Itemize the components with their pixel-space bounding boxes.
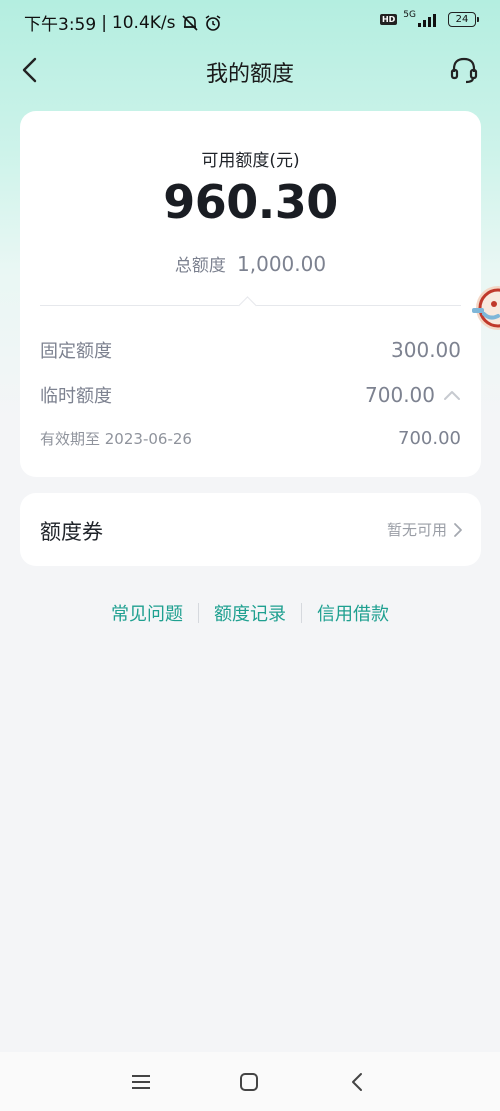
temp-quota-label: 临时额度 (40, 386, 112, 407)
voucher-title: 额度券 (40, 520, 103, 544)
page-title: 我的额度 (205, 62, 294, 87)
battery-level: 24 (455, 14, 469, 25)
fixed-quota-label: 固定额度 (40, 341, 112, 362)
chevron-up-icon (444, 391, 460, 400)
link-quota-record[interactable]: 额度记录 (199, 600, 301, 626)
temp-quota-row[interactable]: 临时额度 700.00 (40, 382, 461, 408)
back-system-button[interactable] (342, 1068, 372, 1096)
bell-muted-icon (181, 14, 198, 31)
expiry-label: 有效期至 2023-06-26 (40, 429, 192, 448)
system-nav-bar (0, 1052, 500, 1111)
available-quota-value: 960.30 (163, 175, 338, 229)
hd-badge: HD (379, 14, 398, 25)
quota-card: 可用额度(元) 960.30 总额度 1,000.00 固定额度 300.00 … (20, 111, 481, 477)
fixed-quota-row: 固定额度 300.00 (40, 337, 461, 363)
home-square-icon (240, 1073, 258, 1091)
menu-button[interactable] (126, 1068, 156, 1096)
temp-quota-value-wrap: 700.00 (365, 383, 461, 407)
chevron-right-wrap (453, 522, 463, 538)
total-quota-value: 1,000.00 (237, 252, 327, 276)
status-time: 下午3:59 (24, 15, 97, 35)
status-separator: | (101, 12, 107, 33)
voucher-card[interactable]: 额度券 暂无可用 (20, 493, 481, 566)
footer-links: 常见问题 额度记录 信用借款 (0, 600, 500, 626)
alarm-icon (205, 14, 220, 31)
link-faq[interactable]: 常见问题 (96, 600, 198, 626)
temp-quota-value: 700.00 (365, 383, 435, 407)
mascot-icon (472, 286, 500, 330)
voucher-status: 暂无可用 (386, 521, 447, 539)
home-button[interactable] (234, 1068, 264, 1096)
nav-bar: 我的额度 (0, 48, 500, 92)
fixed-quota-value: 300.00 (391, 338, 461, 362)
status-left: 下午3:59 | 10.4K/s (24, 10, 222, 35)
expiry-row: 有效期至 2023-06-26 700.00 (40, 427, 461, 449)
menu-icon (132, 1075, 150, 1089)
collapse-toggle[interactable] (443, 389, 461, 401)
headset-icon (450, 57, 478, 84)
status-net-speed: 10.4K/s (111, 12, 176, 33)
network-type: 5G (403, 9, 416, 20)
link-credit-loan[interactable]: 信用借款 (302, 600, 404, 626)
chevron-right-icon (454, 522, 462, 537)
available-quota-label: 可用额度(元) (201, 151, 300, 171)
floating-mascot-widget[interactable] (470, 278, 500, 338)
customer-service-button[interactable] (446, 52, 482, 88)
signal-icon (418, 13, 436, 27)
voucher-status-wrap: 暂无可用 (387, 519, 463, 540)
battery-icon: 24 (448, 12, 479, 27)
total-quota-label: 总额度 (174, 256, 226, 276)
status-right: HD 5G 24 (379, 9, 479, 27)
back-triangle-icon (352, 1073, 362, 1091)
total-quota-row: 总额度 1,000.00 (20, 251, 481, 276)
expiry-value: 700.00 (398, 427, 461, 449)
status-bar: 下午3:59 | 10.4K/s HD 5G 24 (0, 0, 500, 44)
divider-notch (238, 296, 257, 315)
